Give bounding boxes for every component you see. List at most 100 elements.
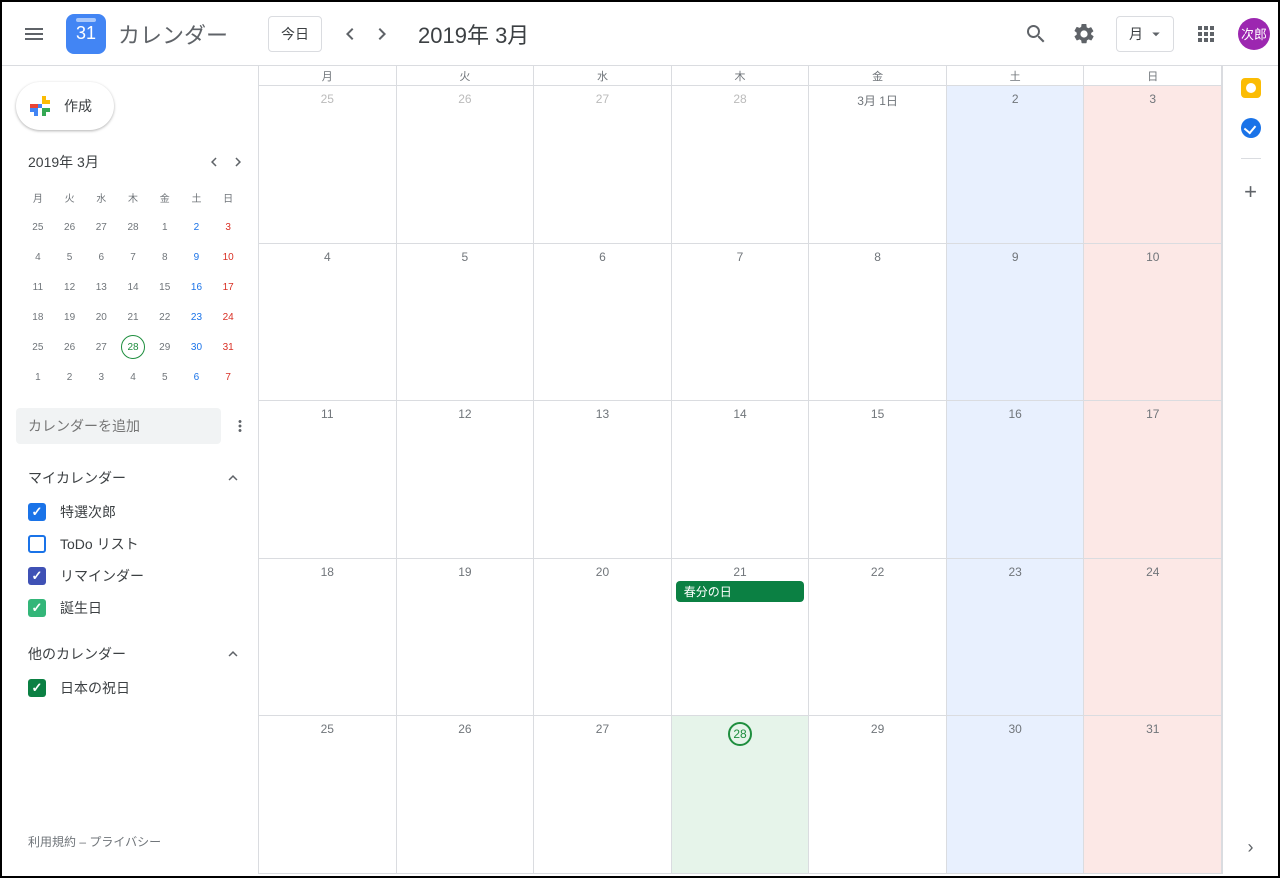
- calendar-checkbox[interactable]: [28, 567, 46, 585]
- mini-day-cell[interactable]: 31: [212, 332, 244, 362]
- day-cell[interactable]: 19: [397, 559, 535, 716]
- calendar-checkbox[interactable]: [28, 679, 46, 697]
- calendar-item[interactable]: 誕生日: [16, 592, 258, 624]
- mini-prev-button[interactable]: [202, 150, 226, 174]
- mini-day-cell[interactable]: 27: [85, 212, 117, 242]
- mini-day-cell[interactable]: 23: [181, 302, 213, 332]
- day-cell[interactable]: 15: [809, 401, 947, 558]
- day-cell[interactable]: 5: [397, 244, 535, 401]
- mini-day-cell[interactable]: 28: [117, 332, 149, 362]
- mini-day-cell[interactable]: 22: [149, 302, 181, 332]
- day-cell[interactable]: 3月 1日: [809, 86, 947, 243]
- calendar-item[interactable]: 特選次郎: [16, 496, 258, 528]
- privacy-link[interactable]: プライバシー: [89, 835, 161, 849]
- day-cell[interactable]: 30: [947, 716, 1085, 873]
- mini-day-cell[interactable]: 6: [85, 242, 117, 272]
- day-cell[interactable]: 21春分の日: [672, 559, 810, 716]
- mini-day-cell[interactable]: 30: [181, 332, 213, 362]
- mini-day-cell[interactable]: 21: [117, 302, 149, 332]
- mini-day-cell[interactable]: 10: [212, 242, 244, 272]
- mini-day-cell[interactable]: 3: [212, 212, 244, 242]
- mini-day-cell[interactable]: 20: [85, 302, 117, 332]
- mini-day-cell[interactable]: 26: [54, 212, 86, 242]
- day-cell[interactable]: 28: [672, 716, 810, 873]
- mini-day-cell[interactable]: 14: [117, 272, 149, 302]
- mini-day-cell[interactable]: 25: [22, 332, 54, 362]
- calendar-checkbox[interactable]: [28, 599, 46, 617]
- mini-day-cell[interactable]: 5: [54, 242, 86, 272]
- next-period-button[interactable]: [366, 18, 398, 50]
- calendar-checkbox[interactable]: [28, 503, 46, 521]
- calendar-item[interactable]: ToDo リスト: [16, 528, 258, 560]
- day-cell[interactable]: 17: [1084, 401, 1222, 558]
- mini-day-cell[interactable]: 13: [85, 272, 117, 302]
- get-addons-button[interactable]: +: [1244, 179, 1257, 205]
- mini-day-cell[interactable]: 1: [22, 362, 54, 392]
- mini-day-cell[interactable]: 18: [22, 302, 54, 332]
- mini-day-cell[interactable]: 19: [54, 302, 86, 332]
- calendar-checkbox[interactable]: [28, 535, 46, 553]
- other-calendars-toggle[interactable]: 他のカレンダー: [16, 636, 258, 672]
- apps-button[interactable]: [1186, 14, 1226, 54]
- mini-day-cell[interactable]: 4: [117, 362, 149, 392]
- day-cell[interactable]: 4: [259, 244, 397, 401]
- day-cell[interactable]: 26: [397, 86, 535, 243]
- day-cell[interactable]: 9: [947, 244, 1085, 401]
- day-cell[interactable]: 7: [672, 244, 810, 401]
- day-cell[interactable]: 26: [397, 716, 535, 873]
- day-cell[interactable]: 13: [534, 401, 672, 558]
- day-cell[interactable]: 10: [1084, 244, 1222, 401]
- mini-day-cell[interactable]: 3: [85, 362, 117, 392]
- search-button[interactable]: [1016, 14, 1056, 54]
- day-cell[interactable]: 27: [534, 716, 672, 873]
- prev-period-button[interactable]: [334, 18, 366, 50]
- mini-day-cell[interactable]: 15: [149, 272, 181, 302]
- day-cell[interactable]: 3: [1084, 86, 1222, 243]
- main-menu-button[interactable]: [10, 10, 58, 58]
- day-cell[interactable]: 16: [947, 401, 1085, 558]
- mini-day-cell[interactable]: 28: [117, 212, 149, 242]
- calendar-item[interactable]: リマインダー: [16, 560, 258, 592]
- my-calendars-toggle[interactable]: マイカレンダー: [16, 460, 258, 496]
- day-cell[interactable]: 28: [672, 86, 810, 243]
- day-cell[interactable]: 8: [809, 244, 947, 401]
- today-button[interactable]: 今日: [268, 16, 322, 52]
- day-cell[interactable]: 20: [534, 559, 672, 716]
- keep-addon-button[interactable]: [1241, 78, 1261, 98]
- settings-button[interactable]: [1064, 14, 1104, 54]
- mini-next-button[interactable]: [226, 150, 250, 174]
- mini-day-cell[interactable]: 2: [181, 212, 213, 242]
- add-calendar-options-button[interactable]: [229, 414, 250, 438]
- account-avatar[interactable]: 次郎: [1238, 18, 1270, 50]
- mini-day-cell[interactable]: 5: [149, 362, 181, 392]
- create-button[interactable]: 作成: [16, 82, 114, 130]
- day-cell[interactable]: 11: [259, 401, 397, 558]
- day-cell[interactable]: 27: [534, 86, 672, 243]
- mini-day-cell[interactable]: 24: [212, 302, 244, 332]
- side-panel-toggle[interactable]: ›: [1248, 837, 1254, 858]
- tasks-addon-button[interactable]: [1241, 118, 1261, 138]
- terms-link[interactable]: 利用規約: [28, 835, 76, 849]
- add-calendar-input[interactable]: [16, 408, 221, 444]
- mini-day-cell[interactable]: 2: [54, 362, 86, 392]
- mini-day-cell[interactable]: 29: [149, 332, 181, 362]
- mini-day-cell[interactable]: 11: [22, 272, 54, 302]
- calendar-item[interactable]: 日本の祝日: [16, 672, 258, 704]
- mini-day-cell[interactable]: 26: [54, 332, 86, 362]
- day-cell[interactable]: 29: [809, 716, 947, 873]
- day-cell[interactable]: 2: [947, 86, 1085, 243]
- day-cell[interactable]: 18: [259, 559, 397, 716]
- mini-day-cell[interactable]: 1: [149, 212, 181, 242]
- mini-day-cell[interactable]: 7: [117, 242, 149, 272]
- mini-day-cell[interactable]: 8: [149, 242, 181, 272]
- mini-day-cell[interactable]: 4: [22, 242, 54, 272]
- mini-day-cell[interactable]: 12: [54, 272, 86, 302]
- day-cell[interactable]: 24: [1084, 559, 1222, 716]
- day-cell[interactable]: 22: [809, 559, 947, 716]
- mini-day-cell[interactable]: 25: [22, 212, 54, 242]
- day-cell[interactable]: 25: [259, 86, 397, 243]
- mini-day-cell[interactable]: 27: [85, 332, 117, 362]
- day-cell[interactable]: 31: [1084, 716, 1222, 873]
- event-chip[interactable]: 春分の日: [676, 581, 805, 602]
- day-cell[interactable]: 6: [534, 244, 672, 401]
